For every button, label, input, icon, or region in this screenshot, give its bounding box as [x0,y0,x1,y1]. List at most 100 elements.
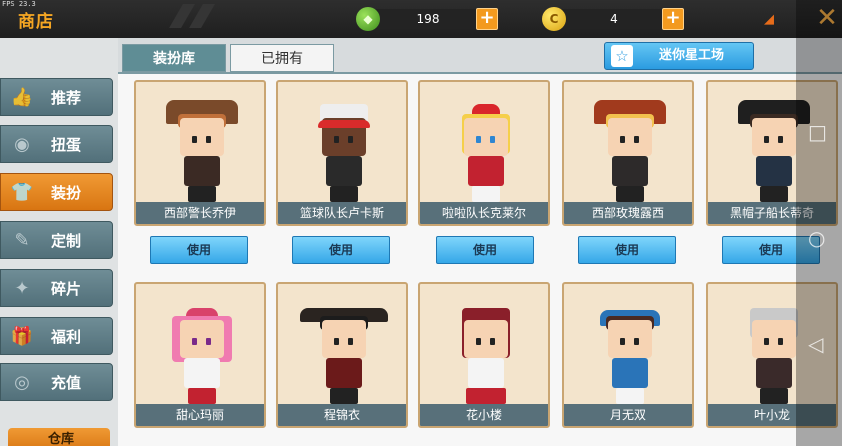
eye [476,338,481,345]
outfit-card[interactable]: 啦啦队长克莱尔 [418,80,550,226]
head [464,320,508,358]
character-figure [456,100,516,202]
eye [206,338,211,345]
eye [634,338,639,345]
mini-workshop-label: 迷你星工场 [659,48,725,63]
eye [334,338,339,345]
head [180,320,224,358]
home-icon[interactable]: ○ [808,226,825,250]
outfit-card[interactable]: 西部玫瑰露西 [562,80,694,226]
shirt-icon: 👕 [10,181,34,203]
head [752,118,796,156]
head [464,118,508,156]
use-button[interactable]: 使用 [578,236,676,264]
thumbs-up-icon: 👍 [10,86,34,108]
system-nav-bar [796,0,842,446]
head [322,320,366,358]
body [612,358,648,388]
legs [472,186,500,202]
outfit-card[interactable]: 篮球队长卢卡斯 [276,80,408,226]
character-figure [456,302,516,404]
legs [188,388,216,404]
mini-bean-icon: ◆ [356,7,380,31]
sidebar-item-welfare[interactable]: 🎁 福利 [0,317,113,355]
sidebar-item-label: 福利 [51,327,82,346]
outfit-card[interactable]: 月无双 [562,282,694,428]
sidebar: 👍 推荐 ◉ 扭蛋 👕 装扮 ✎ 定制 ✦ 碎片 🎁 福利 ◎ 充值 [0,38,118,446]
outfit-card[interactable]: 西部警长乔伊 [134,80,266,226]
body [468,156,504,186]
head [180,118,224,156]
eye [778,136,783,143]
outfit-card[interactable]: 甜心玛丽 [134,282,266,428]
body [184,156,220,186]
body [326,156,362,186]
sidebar-item-label: 推荐 [51,88,82,107]
sidebar-item-label: 定制 [51,231,82,250]
warehouse-button[interactable]: 仓库 [8,428,110,446]
use-button[interactable]: 使用 [150,236,248,264]
outfit-card[interactable]: 程锦衣 [276,282,408,428]
eye [476,136,481,143]
legs [188,186,216,202]
sidebar-item-custom[interactable]: ✎ 定制 [0,221,113,259]
recent-apps-icon[interactable]: □ [808,120,827,144]
outfit-name: 篮球队长卢卡斯 [278,202,406,224]
gift-icon: 🎁 [10,325,34,347]
outfit-card[interactable]: 花小楼 [418,282,550,428]
eye [206,136,211,143]
eye [348,338,353,345]
sidebar-item-fragments[interactable]: ✦ 碎片 [0,269,113,307]
use-button[interactable]: 使用 [436,236,534,264]
head [752,320,796,358]
eye [192,338,197,345]
legs [760,186,788,202]
mini-workshop-button[interactable]: ☆ 迷你星工场 [604,42,754,70]
puzzle-icon: ✦ [14,277,30,299]
outfit-name: 西部警长乔伊 [136,202,264,224]
body [326,358,362,388]
character-figure [600,302,660,404]
outfit-name: 西部玫瑰露西 [564,202,692,224]
character-figure [166,100,238,202]
eye [764,136,769,143]
coin-icon: ◎ [14,371,30,393]
mini-coin-icon: C [542,7,566,31]
eye [192,136,197,143]
wrench-icon: ✎ [14,229,30,251]
mini-bean-amount: 198 [374,9,482,29]
sidebar-item-outfit[interactable]: 👕 装扮 [0,173,113,211]
character-figure [594,100,666,202]
sidebar-item-gacha[interactable]: ◉ 扭蛋 [0,125,113,163]
legs [760,388,788,404]
character-figure [738,100,810,202]
mini-coin-amount: 4 [560,9,668,29]
eye [634,136,639,143]
sidebar-item-label: 扭蛋 [51,135,82,154]
eye [490,136,495,143]
eye [620,338,625,345]
capsule-icon: ◉ [14,133,30,155]
body [468,358,504,388]
eye [764,338,769,345]
headband [318,120,370,128]
star-icon: ☆ [611,45,633,67]
decor-stripe [189,4,215,28]
eye [620,136,625,143]
sidebar-item-label: 碎片 [51,279,82,298]
character-figure [314,100,374,202]
signal-icon: ◢ [764,12,774,27]
add-mini-coin-button[interactable]: + [662,8,684,30]
add-mini-bean-button[interactable]: + [476,8,498,30]
sidebar-item-recommend[interactable]: 👍 推荐 [0,78,113,116]
character-figure [300,302,388,404]
character-figure [172,302,232,404]
body [756,358,792,388]
eye [348,136,353,143]
use-button[interactable]: 使用 [292,236,390,264]
tab-owned[interactable]: 已拥有 [230,44,334,72]
tab-wardrobe[interactable]: 装扮库 [122,44,226,72]
sidebar-item-recharge[interactable]: ◎ 充值 [0,363,113,401]
page-title: 商店 [18,12,54,32]
back-icon[interactable]: ◁ [808,332,823,356]
